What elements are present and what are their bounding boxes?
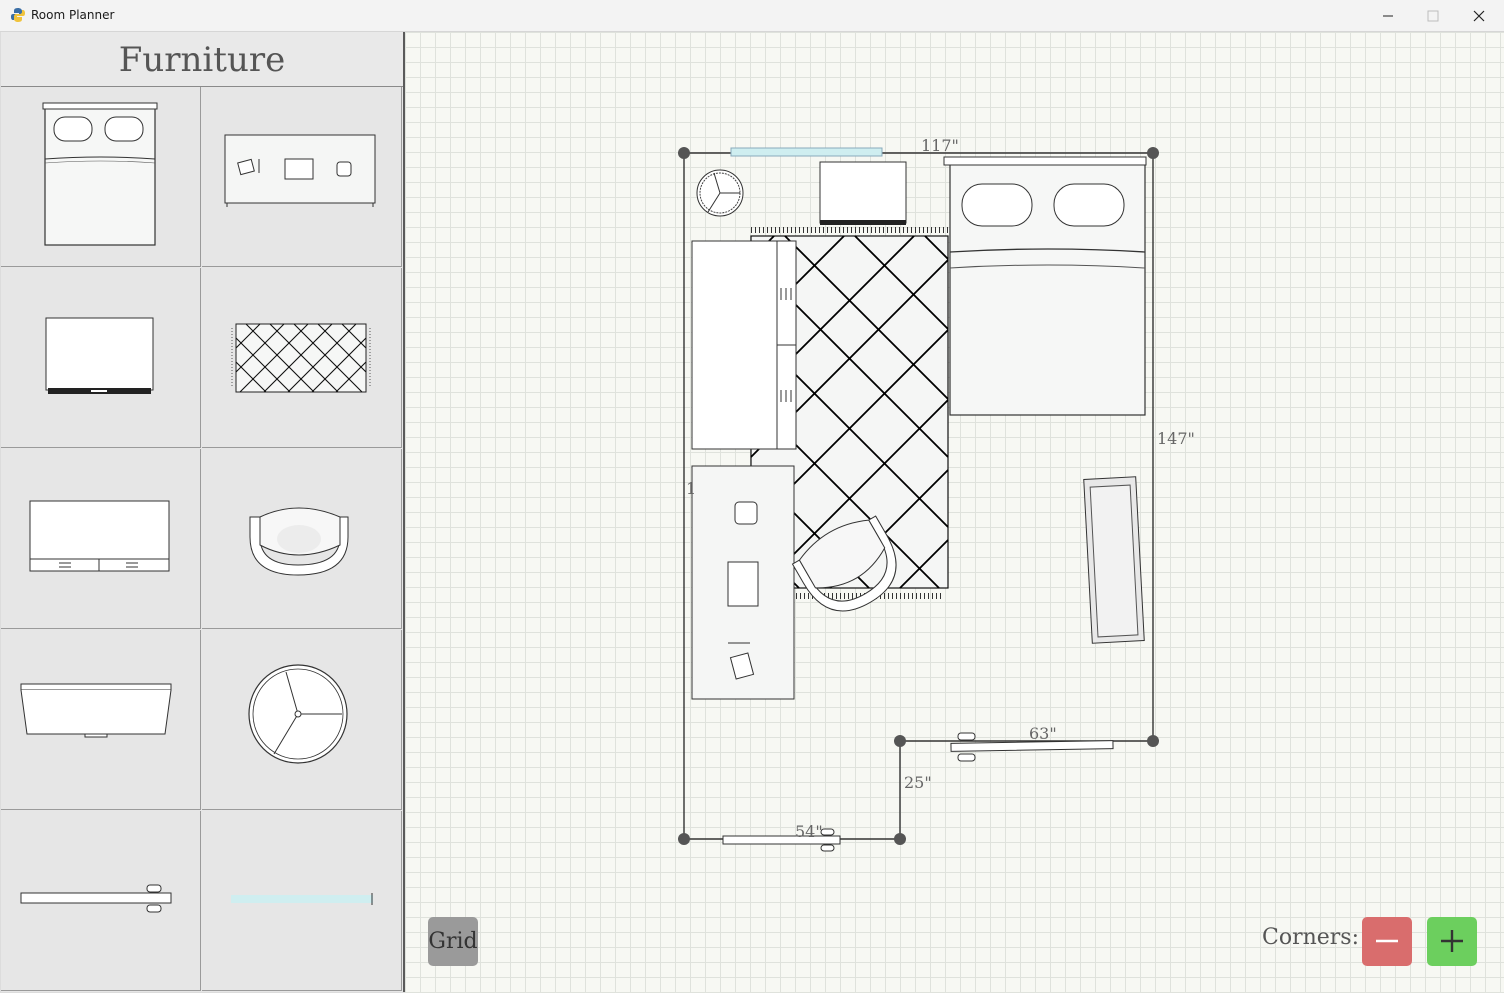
furniture-sidebar: Furniture [1,32,405,992]
dimension-top: 117" [921,136,959,155]
furniture-item-door[interactable] [1,811,201,991]
maximize-button[interactable] [1410,0,1456,31]
furniture-palette [1,87,403,992]
grid-toggle-button[interactable]: Grid [428,917,478,966]
furniture-item-tv-stand[interactable] [1,268,201,448]
tv-stand-icon [45,317,154,394]
floor-plan: 117" 147" 63" 25" 54" 1 [678,136,1195,852]
furniture-item-armchair[interactable] [202,449,402,629]
sidebar-title: Furniture [118,40,286,80]
window-on-wall[interactable] [730,147,883,157]
rug-icon [231,323,371,393]
maximize-icon [1427,10,1439,22]
dimension-notch-top: 63" [1029,724,1057,743]
round-table-on-plan[interactable] [696,169,744,217]
furniture-item-round-table[interactable] [202,630,402,810]
corners-label: Corners: [1262,925,1360,950]
add-corner-button[interactable] [1427,917,1477,966]
dresser-icon [29,500,170,572]
corner-handle[interactable] [1147,735,1159,747]
furniture-item-bed[interactable] [1,87,201,267]
minus-icon [1376,939,1398,943]
furniture-item-dresser[interactable] [1,449,201,629]
corner-handle[interactable] [894,833,906,845]
python-icon [11,8,25,22]
furniture-item-desk[interactable] [202,87,402,267]
dimension-notch-side: 25" [904,773,932,792]
dresser-on-plan[interactable] [691,240,797,450]
furniture-item-rug[interactable] [202,268,402,448]
floor-plan-canvas[interactable]: 117" 147" 63" 25" 54" 1 [405,32,1504,993]
round-table-icon [248,664,348,764]
corner-handle[interactable] [894,735,906,747]
corner-handle[interactable] [678,147,690,159]
furniture-item-window[interactable] [202,811,402,991]
furniture-item-bench[interactable] [1,630,201,810]
desk-icon [224,134,376,207]
armchair-icon [249,507,349,576]
corner-handle[interactable] [1147,147,1159,159]
remove-corner-button[interactable] [1362,917,1412,966]
window-icon [231,893,373,905]
sidebar-header: Furniture [1,32,403,87]
close-icon [1473,10,1485,22]
door-icon [20,884,172,913]
tv-stand-on-plan[interactable] [819,161,907,225]
minimize-button[interactable] [1365,0,1411,31]
dimension-right: 147" [1157,429,1195,448]
close-button[interactable] [1456,0,1502,31]
title-bar: Room Planner [0,0,1504,32]
desk-on-plan[interactable] [691,465,795,700]
bench-icon [20,683,172,738]
window-title: Room Planner [31,8,115,22]
bed-on-plan[interactable] [943,156,1147,416]
dimension-left-partial: 1 [686,479,696,498]
corner-handle[interactable] [678,833,690,845]
bed-icon [42,102,158,246]
bench-on-plan[interactable] [1083,476,1145,644]
dimension-bottom: 54" [795,822,823,841]
minimize-icon [1383,15,1393,17]
plus-icon [1441,930,1463,952]
